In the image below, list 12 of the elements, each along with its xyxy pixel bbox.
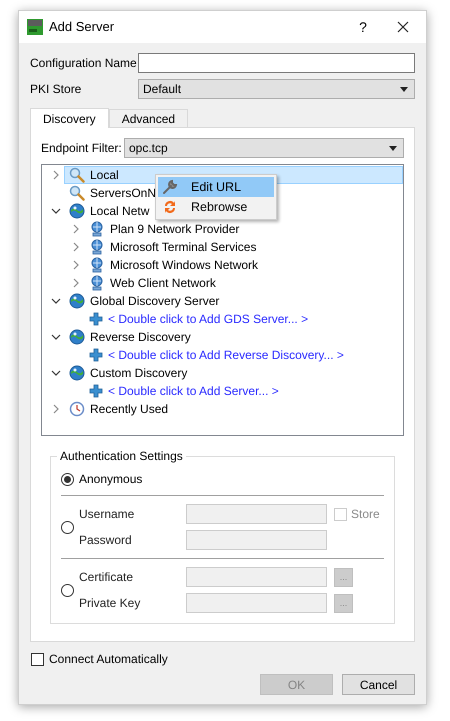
field-label: Private Key	[79, 595, 142, 612]
checkbox-label: Connect Automatically	[49, 651, 168, 668]
field-label: Configuration Name	[30, 55, 138, 72]
radio-label: Anonymous	[79, 471, 142, 488]
window-title: Add Server	[49, 18, 116, 36]
group-title: Authentication Settings	[57, 449, 186, 463]
field-label: Endpoint Filter:	[41, 140, 123, 157]
field-label: PKI Store	[30, 81, 82, 98]
field-label: Username	[79, 506, 136, 523]
field-label: Password	[79, 532, 133, 549]
field-label: Certificate	[79, 569, 134, 586]
checkbox-label: Store	[351, 506, 380, 523]
